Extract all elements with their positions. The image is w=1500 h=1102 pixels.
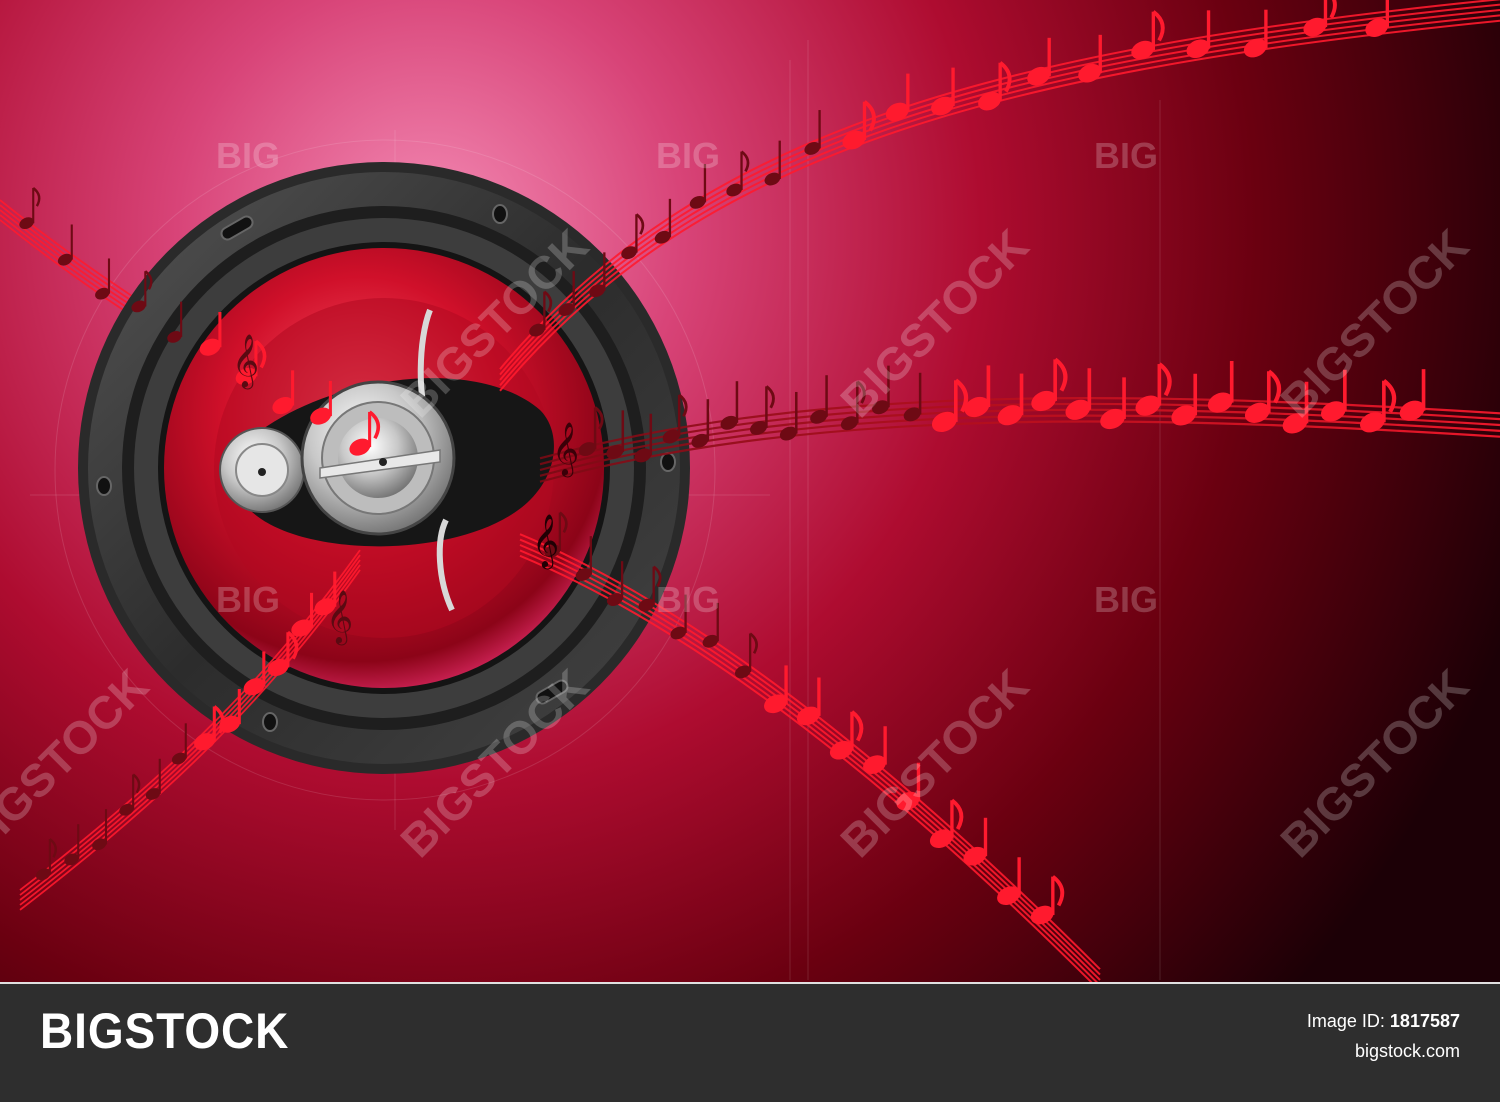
treble-clef-icon: 𝄞: [326, 589, 353, 645]
watermark-short: BIG: [1094, 135, 1158, 176]
stock-image: 𝄞 𝄞 𝄞 𝄞 BIG BIG BIG BIG BIG BIG BIGSTOCK BIGSTOCK B…: [0, 0, 1500, 1102]
image-id: 1817587: [1389, 1011, 1460, 1031]
music-speaker-illustration: 𝄞𝄞𝄞𝄞 BIG BIG BIGBIG BIG BIGBIGSTOCK BIGSTOCK B…: [0, 0, 1500, 982]
watermark-short: BIG: [656, 579, 720, 620]
footer-bar: BIGSTOCK Image ID: 1817587 bigstock.com: [0, 982, 1500, 1102]
treble-clef-icon: 𝄞: [532, 513, 559, 569]
site-link[interactable]: bigstock.com: [1307, 1036, 1460, 1066]
treble-clef-icon: 𝄞: [552, 421, 579, 477]
image-meta: Image ID: 1817587 bigstock.com: [1307, 1006, 1460, 1066]
watermark-short: BIG: [216, 579, 280, 620]
watermark-short: BIG: [1094, 579, 1158, 620]
watermark-short: BIG: [656, 135, 720, 176]
image-id-label: Image ID:: [1306, 1011, 1385, 1031]
treble-clef-icon: 𝄞: [232, 333, 259, 389]
brand-logo: BIGSTOCK: [40, 1003, 290, 1059]
image-id-row: Image ID: 1817587: [1307, 1006, 1460, 1036]
watermark-short: BIG: [216, 135, 280, 176]
